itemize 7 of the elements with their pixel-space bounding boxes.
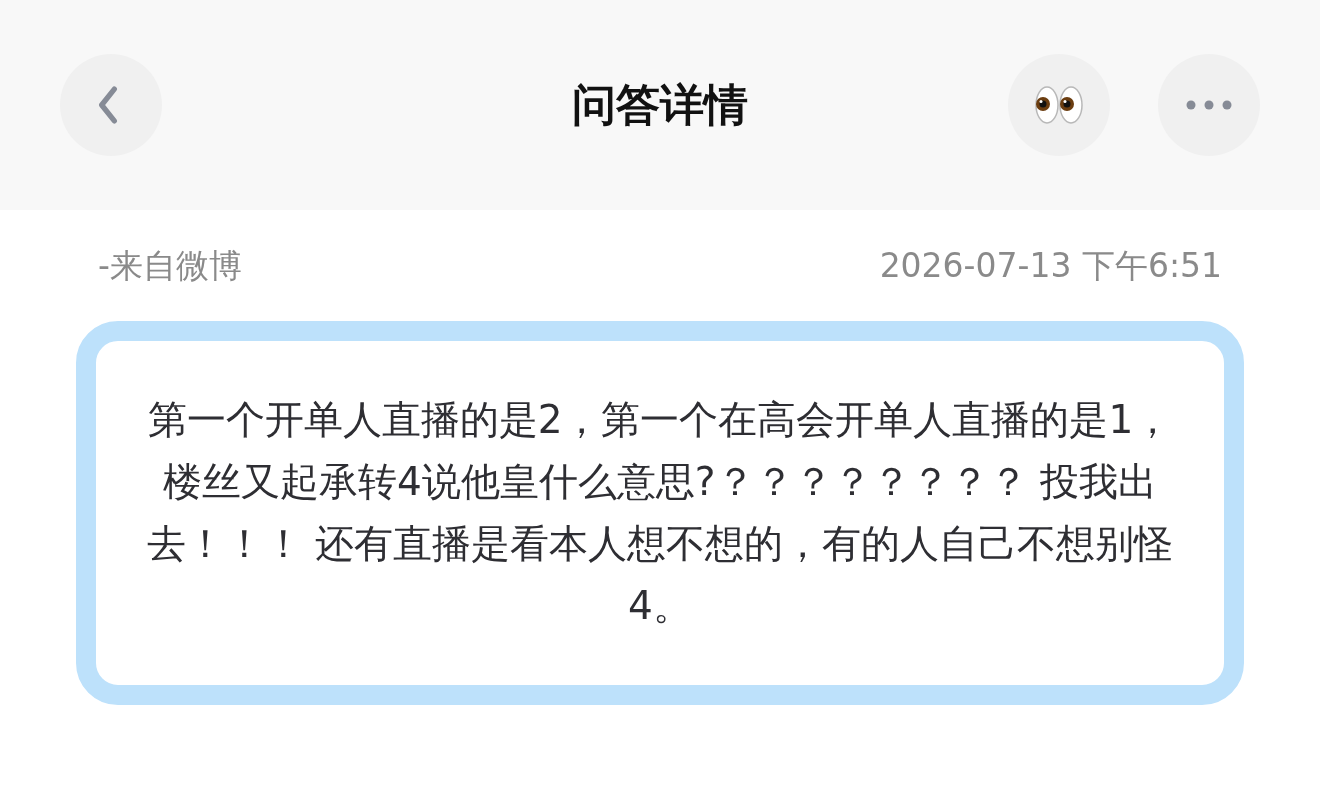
page-title: 问答详情 [572,77,748,132]
more-icon [1186,100,1232,110]
question-text: 第一个开单人直播的是2，第一个在高会开单人直播的是1，楼丝又起承转4说他皇什么意思?？？？？？？？？ 投我出去！！！ 还有直播是看本人想不想的，有的人自己不想别怪4。 [145,396,1175,630]
timestamp: 2026-07-13 下午6:51 [879,244,1222,287]
chevron-left-icon [97,86,119,124]
eyes-icon [1034,85,1084,125]
source-label: -来自微博 [98,244,242,287]
